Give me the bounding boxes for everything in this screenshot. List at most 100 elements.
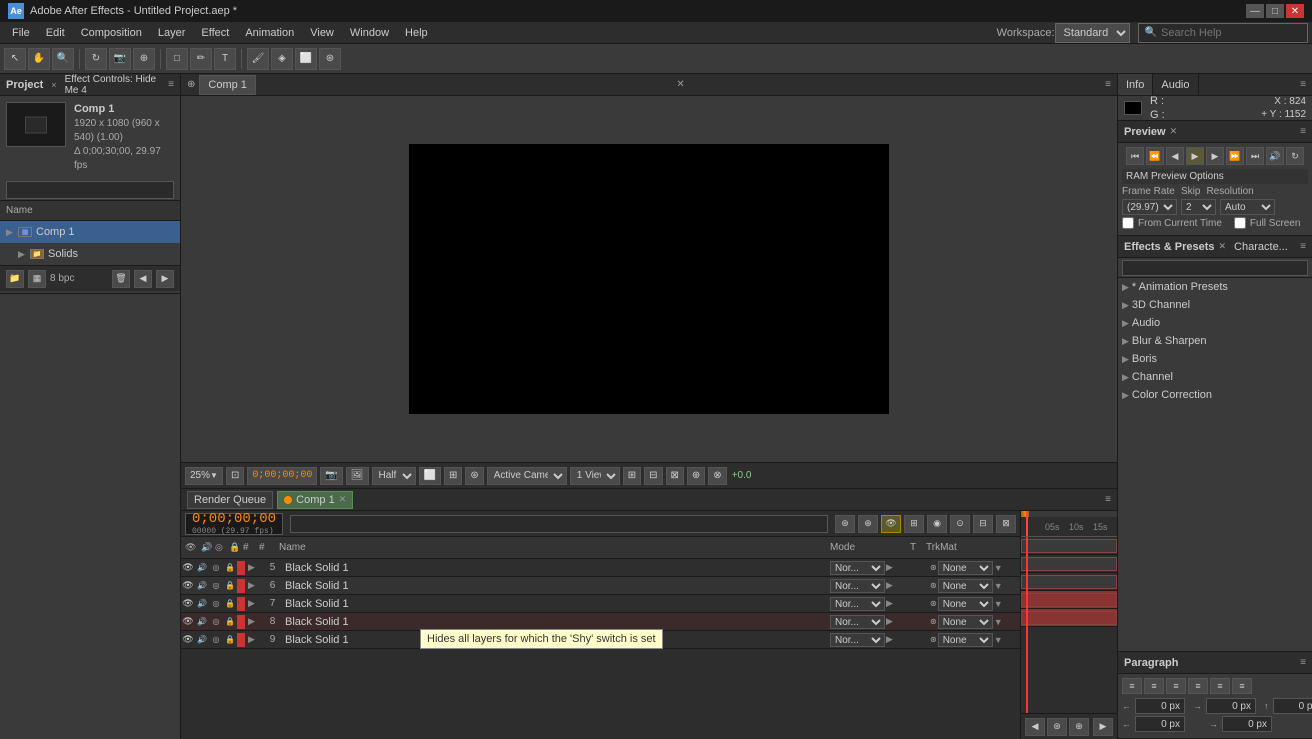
grid-button[interactable]: ⊞ [444, 467, 462, 485]
menu-file[interactable]: File [4, 25, 38, 41]
trkmat-select-8[interactable]: None [938, 615, 993, 629]
timecode-bottom-button[interactable]: 0;00;00;00 [247, 467, 317, 485]
comp-options-btn1[interactable]: ⊞ [623, 467, 641, 485]
prev-audio[interactable]: 🔊 [1266, 147, 1284, 165]
minimize-button[interactable]: — [1246, 4, 1264, 18]
layer-eye-9[interactable]: 👁 [181, 633, 195, 647]
trkmat-select-7[interactable]: None [938, 597, 993, 611]
prev-next-frame[interactable]: ▶ [1206, 147, 1224, 165]
comp-options-btn4[interactable]: ⊕ [687, 467, 705, 485]
search-help-input[interactable] [1161, 27, 1301, 39]
framerate-select[interactable]: (29.97) [1122, 199, 1177, 215]
align-justify-button[interactable]: ≡ [1188, 678, 1208, 694]
layer-mode-select-6[interactable]: Nor... [830, 579, 885, 593]
menu-layer[interactable]: Layer [150, 25, 194, 41]
prev-loop[interactable]: ↻ [1286, 147, 1304, 165]
audio-tab[interactable]: Audio [1153, 74, 1198, 95]
layer-mode-select-9[interactable]: Nor... [830, 633, 885, 647]
tl-btn-7[interactable]: ⊟ [973, 515, 993, 533]
layer-audio-6[interactable]: 🔊 [195, 579, 209, 593]
project-item-comp1[interactable]: ▶ ▦ Comp 1 [0, 221, 180, 243]
layer-expand-5[interactable]: ▶ [248, 562, 260, 573]
comp-tab-close[interactable]: ✕ [339, 494, 347, 505]
prev-forward[interactable]: ⏩ [1226, 147, 1244, 165]
hand-tool[interactable]: ✋ [28, 48, 50, 70]
align-center-button[interactable]: ≡ [1144, 678, 1164, 694]
rotate-tool[interactable]: ↻ [85, 48, 107, 70]
view-mode-select[interactable]: 1 View [570, 467, 620, 485]
timecode-display[interactable]: 0;00;00;00 00000 (29.97 fps) [185, 513, 283, 535]
align-right-button[interactable]: ≡ [1166, 678, 1186, 694]
tl-btn-6[interactable]: ⊙ [950, 515, 970, 533]
layer-expand-9[interactable]: ▶ [248, 634, 260, 645]
resolution-select[interactable]: Auto [1220, 199, 1275, 215]
indent-bottom-left-field[interactable] [1135, 716, 1185, 732]
selection-tool[interactable]: ↖ [4, 48, 26, 70]
paragraph-panel-menu[interactable]: ≡ [1300, 657, 1306, 668]
tl-btn-8[interactable]: ⊠ [996, 515, 1016, 533]
effects-close[interactable]: ✕ [1219, 241, 1227, 252]
comp-options-btn3[interactable]: ⊠ [666, 467, 684, 485]
effects-item-color-correction[interactable]: ▶ Color Correction [1118, 386, 1312, 404]
zoom-tool[interactable]: 🔍 [52, 48, 74, 70]
preview-panel-menu[interactable]: ≡ [1300, 126, 1306, 137]
active-camera-select[interactable]: Active Camera [487, 467, 567, 485]
clone-tool[interactable]: ◈ [271, 48, 293, 70]
trkmat-select-5[interactable]: None [938, 561, 993, 575]
from-current-time-checkbox[interactable] [1122, 217, 1134, 229]
eraser-tool[interactable]: ⬜ [295, 48, 317, 70]
layer-expand-6[interactable]: ▶ [248, 580, 260, 591]
align-justify-all-button[interactable]: ≡ [1210, 678, 1230, 694]
prev-last[interactable]: ⏭ [1246, 147, 1264, 165]
menu-composition[interactable]: Composition [73, 25, 150, 41]
tl-btn-2[interactable]: ⊕ [858, 515, 878, 533]
effects-panel-menu[interactable]: ≡ [1300, 241, 1306, 252]
new-folder-button[interactable]: 📁 [6, 270, 24, 288]
layer-solo-8[interactable]: ◎ [209, 615, 223, 629]
quality-select[interactable]: Half [372, 467, 416, 485]
show-snapshot-button[interactable]: 🖼 [346, 467, 369, 485]
fit-button[interactable]: ⊡ [226, 467, 244, 485]
character-tab[interactable]: Characte... [1234, 241, 1288, 253]
align-left-button[interactable]: ≡ [1122, 678, 1142, 694]
new-comp-button[interactable]: ▦ [28, 270, 46, 288]
menu-edit[interactable]: Edit [38, 25, 73, 41]
prev-play[interactable]: ▶ [1186, 147, 1204, 165]
trkmat-select-9[interactable]: None [938, 633, 993, 647]
zoom-level-button[interactable]: 25% ▼ [185, 467, 223, 485]
comp1-timeline-tab[interactable]: Comp 1 ✕ [277, 491, 353, 509]
layer-mode-select-7[interactable]: Nor... [830, 597, 885, 611]
layer-eye-5[interactable]: 👁 [181, 561, 195, 575]
info-tab[interactable]: Info [1118, 74, 1153, 95]
layer-eye-7[interactable]: 👁 [181, 597, 195, 611]
menu-animation[interactable]: Animation [237, 25, 302, 41]
pen-tool[interactable]: ✏ [190, 48, 212, 70]
puppet-tool[interactable]: ⊛ [319, 48, 341, 70]
skip-select[interactable]: 2 [1181, 199, 1216, 215]
text-tool[interactable]: T [214, 48, 236, 70]
comp-close-icon[interactable]: ✕ [676, 79, 684, 90]
tl-footer-btn-3[interactable]: ⊕ [1069, 718, 1089, 736]
preview-close[interactable]: ✕ [1170, 126, 1178, 137]
workspace-select[interactable]: Standard [1055, 23, 1130, 43]
info-panel-menu[interactable]: ≡ [1294, 79, 1312, 90]
layer-eye-6[interactable]: 👁 [181, 579, 195, 593]
indent-top-field[interactable] [1273, 698, 1312, 714]
shy-button[interactable]: 👁 [881, 515, 901, 533]
prev-back[interactable]: ⏪ [1146, 147, 1164, 165]
prev-first[interactable]: ⏮ [1126, 147, 1144, 165]
layer-lock-8[interactable]: 🔒 [223, 615, 237, 629]
maximize-button[interactable]: □ [1266, 4, 1284, 18]
comp-panel-menu[interactable]: ≡ [1105, 79, 1111, 90]
nav-left-button[interactable]: ◀ [134, 270, 152, 288]
indent-right-field[interactable] [1206, 698, 1256, 714]
camera-tool[interactable]: 📷 [109, 48, 131, 70]
menu-help[interactable]: Help [397, 25, 436, 41]
comp-options-btn5[interactable]: ⊗ [708, 467, 726, 485]
trkmat-select-6[interactable]: None [938, 579, 993, 593]
indent-left-field[interactable] [1135, 698, 1185, 714]
mask-tool[interactable]: □ [166, 48, 188, 70]
tl-footer-btn-4[interactable]: ▶ [1093, 718, 1113, 736]
render-queue-tab[interactable]: Render Queue [187, 491, 273, 509]
layer-lock-6[interactable]: 🔒 [223, 579, 237, 593]
